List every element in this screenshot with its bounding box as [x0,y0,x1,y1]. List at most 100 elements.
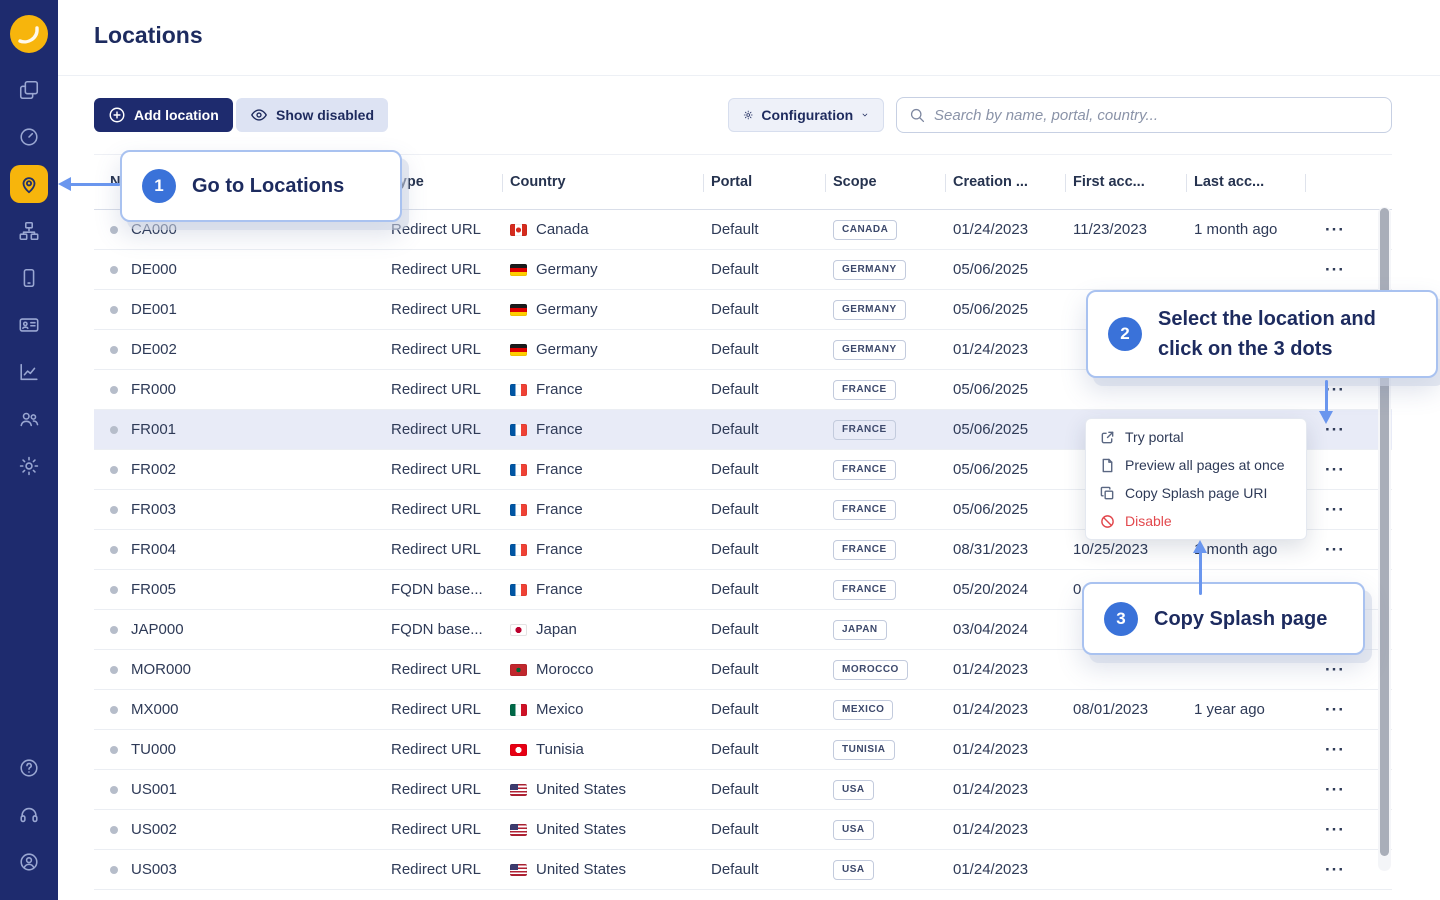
row-actions-button[interactable]: ··· [1325,745,1345,755]
row-context-menu: Try portal Preview all pages at once Cop… [1085,418,1307,540]
scope-badge: JAPAN [833,620,887,640]
row-actions-button[interactable]: ··· [1325,465,1345,475]
row-actions-button[interactable]: ··· [1325,785,1345,795]
country-name: France [536,381,583,398]
row-actions-button[interactable]: ··· [1325,265,1345,275]
step-text: Copy Splash page [1154,604,1327,634]
scope-badge: MOROCCO [833,660,908,680]
help-icon[interactable] [10,749,48,787]
support-icon[interactable] [10,796,48,834]
search-box [896,97,1392,133]
status-dot [110,586,118,594]
portal-name: Default [703,861,825,878]
menu-item-disable[interactable]: Disable [1086,507,1306,535]
scope-badge: GERMANY [833,260,906,280]
status-dot [110,706,118,714]
country-name: France [536,461,583,478]
row-actions-button[interactable]: ··· [1325,705,1345,715]
row-actions-button[interactable]: ··· [1325,865,1345,875]
creation-date: 01/24/2023 [945,781,1065,798]
country-flag-icon [510,344,527,356]
creation-date: 01/24/2023 [945,701,1065,718]
creation-date: 01/24/2023 [945,341,1065,358]
step-text: Select the location and click on the 3 d… [1158,304,1416,364]
row-actions-button[interactable]: ··· [1325,225,1345,235]
menu-item-preview-all-pages[interactable]: Preview all pages at once [1086,451,1306,479]
scope-badge: USA [833,820,874,840]
step-text: Go to Locations [192,171,344,201]
row-actions-button[interactable]: ··· [1325,425,1345,435]
country-flag-icon [510,224,527,236]
country-name: Germany [536,261,598,278]
app-logo-icon[interactable] [10,15,48,53]
header-divider [58,75,1440,76]
first-access-date: 11/23/2023 [1065,221,1186,238]
row-actions-button[interactable]: ··· [1325,545,1345,555]
column-header: Creation ... [945,155,1065,209]
file-icon [1100,458,1115,473]
location-name: DE001 [131,301,177,318]
location-name: FR001 [131,421,176,438]
account-icon[interactable] [10,843,48,881]
plus-circle-icon [108,106,126,124]
scope-badge: CANADA [833,220,897,240]
show-disabled-label: Show disabled [276,107,374,123]
table-row[interactable] [94,890,1392,900]
table-row[interactable]: US003 Redirect URL United States Default… [94,850,1392,890]
creation-date: 01/24/2023 [945,661,1065,678]
configuration-button[interactable]: Configuration [728,98,884,132]
disable-icon [1100,514,1115,529]
menu-item-try-portal[interactable]: Try portal [1086,423,1306,451]
location-type: Redirect URL [383,341,502,358]
status-dot [110,306,118,314]
menu-item-label: Copy Splash page URI [1125,485,1267,501]
country-flag-icon [510,784,527,796]
scope-badge: MEXICO [833,700,893,720]
table-row[interactable]: US002 Redirect URL United States Default… [94,810,1392,850]
settings-icon[interactable] [10,447,48,485]
row-actions-button[interactable]: ··· [1325,825,1345,835]
menu-item-copy-splash-page-uri[interactable]: Copy Splash page URI [1086,479,1306,507]
first-access-date: 08/01/2023 [1065,701,1186,718]
country-flag-icon [510,304,527,316]
scope-badge: GERMANY [833,300,906,320]
portal-name: Default [703,581,825,598]
row-actions-button[interactable]: ··· [1325,505,1345,515]
location-name: FR004 [131,541,176,558]
creation-date: 05/06/2025 [945,461,1065,478]
dashboard-icon[interactable] [10,118,48,156]
location-name: FR003 [131,501,176,518]
table-row[interactable]: MX000 Redirect URL Mexico Default MEXICO… [94,690,1392,730]
locations-icon[interactable] [10,165,48,203]
country-name: United States [536,781,626,798]
pages-icon[interactable] [10,71,48,109]
column-header-actions [1305,155,1392,209]
location-type: Redirect URL [383,221,502,238]
show-disabled-button[interactable]: Show disabled [236,98,388,132]
table-row[interactable]: TU000 Redirect URL Tunisia Default TUNIS… [94,730,1392,770]
row-actions-button[interactable]: ··· [1325,665,1345,675]
location-type: FQDN base... [383,621,502,638]
portal-name: Default [703,621,825,638]
network-icon[interactable] [10,212,48,250]
location-type: Redirect URL [383,501,502,518]
country-flag-icon [510,464,527,476]
table-row[interactable]: MOR000 Redirect URL Morocco Default MORO… [94,650,1392,690]
country-name: Morocco [536,661,594,678]
contacts-icon[interactable] [10,306,48,344]
creation-date: 05/06/2025 [945,261,1065,278]
location-type: Redirect URL [383,461,502,478]
users-icon[interactable] [10,400,48,438]
creation-date: 08/31/2023 [945,541,1065,558]
creation-date: 05/06/2025 [945,381,1065,398]
search-input[interactable] [934,107,1379,124]
creation-date: 03/04/2024 [945,621,1065,638]
sidebar [0,0,58,900]
devices-icon[interactable] [10,259,48,297]
country-name: United States [536,821,626,838]
analytics-icon[interactable] [10,353,48,391]
table-row[interactable]: US001 Redirect URL United States Default… [94,770,1392,810]
table-row[interactable]: DE000 Redirect URL Germany Default GERMA… [94,250,1392,290]
add-location-button[interactable]: Add location [94,98,233,132]
country-name: France [536,501,583,518]
